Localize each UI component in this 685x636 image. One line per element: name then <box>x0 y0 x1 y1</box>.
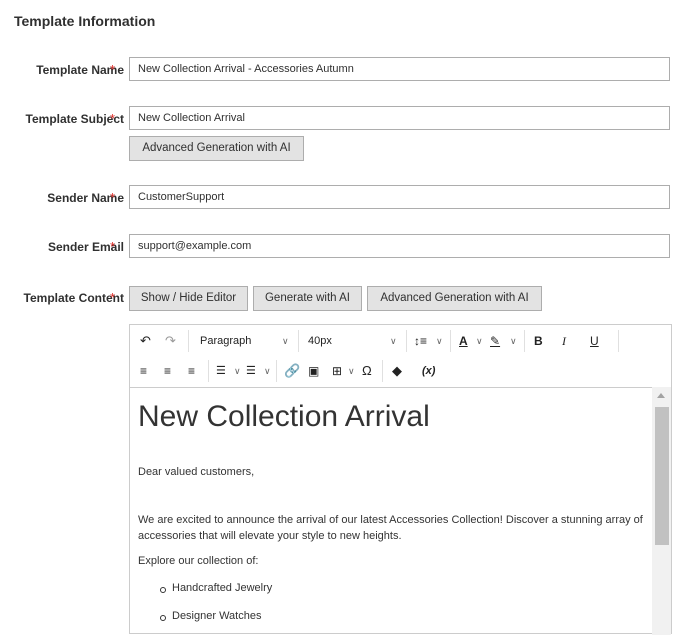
content-greeting: Dear valued customers, <box>138 466 255 478</box>
subject-advanced-ai-button[interactable]: Advanced Generation with AI <box>129 136 304 161</box>
scroll-up-arrow-icon[interactable] <box>657 393 665 398</box>
list-item: Designer Watches <box>159 610 262 622</box>
wysiwyg-editor: ↶ ↷ Paragraph ∨ 40px ∨ ↕≡ ∨ A ∨ ✎ ∨ B I … <box>129 324 672 636</box>
section-title: Template Information <box>14 13 156 29</box>
editor-toolbar-row-2: ≡ ≡ ≡ ☰ ∨ ☰ ∨ 🔗 ▣ ⊞ ∨ Ω ◆ (x) <box>130 356 671 386</box>
scrollbar-thumb[interactable] <box>655 407 669 545</box>
chevron-down-icon[interactable]: ∨ <box>282 326 289 356</box>
numbered-list-icon[interactable]: ☰ <box>216 356 226 386</box>
content-explore: Explore our collection of: <box>138 555 259 567</box>
required-marker: * <box>110 239 116 254</box>
template-name-input[interactable]: New Collection Arrival - Accessories Aut… <box>129 57 670 81</box>
text-color-icon[interactable]: A <box>459 326 468 356</box>
template-subject-input[interactable]: New Collection Arrival <box>129 106 670 130</box>
special-character-icon[interactable]: Ω <box>362 356 372 386</box>
advanced-generation-ai-button[interactable]: Advanced Generation with AI <box>367 286 542 311</box>
required-marker: * <box>110 111 116 126</box>
italic-button[interactable]: I <box>562 326 566 356</box>
chevron-down-icon[interactable]: ∨ <box>476 326 483 356</box>
redo-icon[interactable]: ↷ <box>165 326 176 356</box>
table-icon[interactable]: ⊞ <box>332 356 342 386</box>
align-center-icon[interactable]: ≡ <box>164 356 171 386</box>
generate-with-ai-button[interactable]: Generate with AI <box>253 286 362 311</box>
sender-email-input[interactable]: support@example.com <box>129 234 670 258</box>
chevron-down-icon[interactable]: ∨ <box>436 326 443 356</box>
sender-name-input[interactable]: CustomerSupport <box>129 185 670 209</box>
block-format-select[interactable]: Paragraph <box>200 326 251 356</box>
template-content-label: Template Content <box>23 291 124 305</box>
editor-content-area[interactable]: New Collection Arrival Dear valued custo… <box>130 387 652 636</box>
editor-scrollbar[interactable] <box>652 387 671 635</box>
chevron-down-icon[interactable]: ∨ <box>390 326 397 356</box>
chevron-down-icon[interactable]: ∨ <box>348 356 355 386</box>
image-icon[interactable]: ▣ <box>308 356 319 386</box>
editor-toolbar-row-1: ↶ ↷ Paragraph ∨ 40px ∨ ↕≡ ∨ A ∨ ✎ ∨ B I … <box>130 326 671 356</box>
insert-variable-button[interactable]: (x) <box>422 356 435 386</box>
required-marker: * <box>110 190 116 205</box>
chevron-down-icon[interactable]: ∨ <box>234 356 241 386</box>
show-hide-editor-button[interactable]: Show / Hide Editor <box>129 286 248 311</box>
line-height-icon[interactable]: ↕≡ <box>414 326 427 356</box>
undo-icon[interactable]: ↶ <box>140 326 151 356</box>
bold-button[interactable]: B <box>534 326 543 356</box>
content-intro: We are excited to announce the arrival o… <box>138 514 643 542</box>
required-marker: * <box>110 290 116 305</box>
widget-icon[interactable]: ◆ <box>392 356 402 386</box>
highlight-color-icon[interactable]: ✎ <box>490 326 500 356</box>
font-size-select[interactable]: 40px <box>308 326 332 356</box>
list-item: Handcrafted Jewelry <box>159 582 273 594</box>
bullet-list-icon[interactable]: ☰ <box>246 356 256 386</box>
chevron-down-icon[interactable]: ∨ <box>264 356 271 386</box>
content-heading: New Collection Arrival <box>138 400 430 433</box>
align-left-icon[interactable]: ≡ <box>140 356 147 386</box>
underline-button[interactable]: U <box>590 326 599 356</box>
align-right-icon[interactable]: ≡ <box>188 356 195 386</box>
chevron-down-icon[interactable]: ∨ <box>510 326 517 356</box>
link-icon[interactable]: 🔗 <box>284 356 300 386</box>
required-marker: * <box>110 62 116 77</box>
